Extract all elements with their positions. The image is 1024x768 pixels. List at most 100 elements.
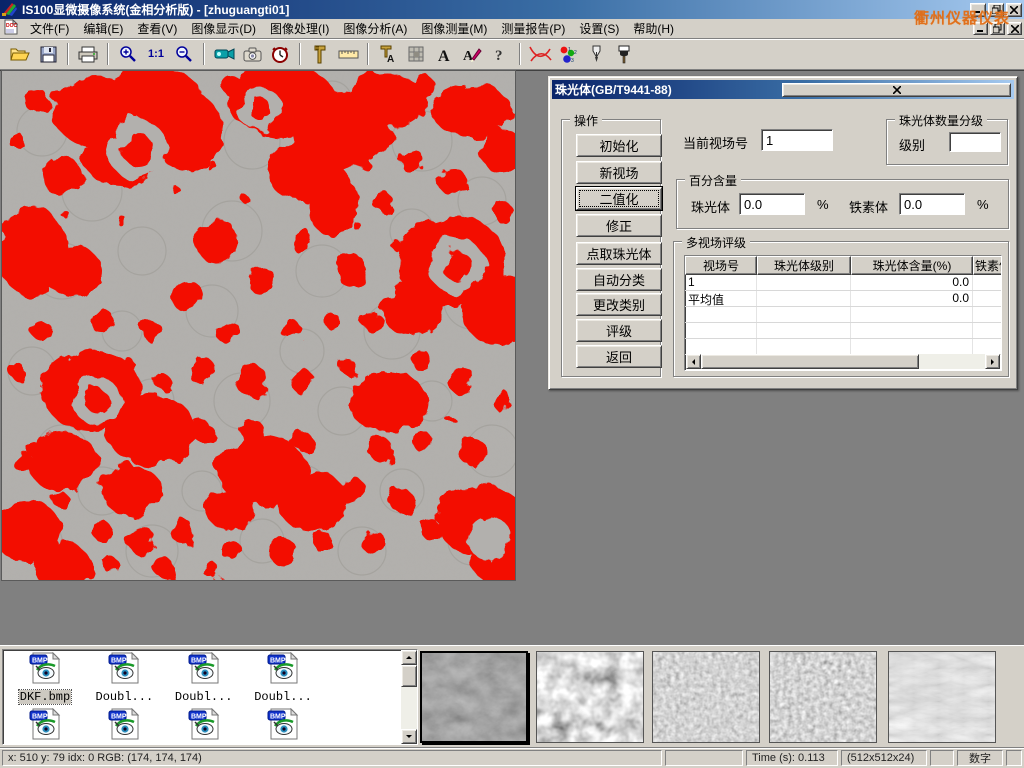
pearlite-input[interactable] (739, 193, 805, 215)
pearlite-label: 珠光体 (691, 197, 730, 216)
file-item-partial[interactable] (166, 708, 242, 745)
close-button[interactable] (1006, 3, 1022, 17)
header-ferrite[interactable]: 铁素体 (973, 256, 1002, 275)
caliper-icon[interactable] (307, 42, 333, 67)
thumbnail-2[interactable] (536, 651, 644, 743)
new-field-button[interactable]: 新视场 (576, 161, 662, 184)
menu-image-processing[interactable]: 图像处理(I) (263, 18, 336, 39)
document-icon[interactable]: DOC (4, 19, 18, 38)
measure-text-icon[interactable]: A (375, 42, 401, 67)
print-icon[interactable] (75, 42, 101, 67)
help-icon[interactable]: ? (487, 42, 513, 67)
dialog-close-button[interactable] (782, 83, 1011, 97)
change-class-button[interactable]: 更改类别 (576, 293, 662, 316)
scroll-up-button[interactable] (401, 650, 417, 665)
zoom-in-icon[interactable] (115, 42, 141, 67)
file-name[interactable]: DKF.bmp (19, 690, 71, 704)
file-item-partial[interactable] (86, 708, 162, 745)
table-header-row: 视场号 珠光体级别 珠光体含量(%) 铁素体 (685, 256, 1001, 275)
actual-size-icon[interactable]: 1:1 (143, 42, 169, 67)
status-empty-3 (1006, 750, 1022, 766)
menu-edit[interactable]: 编辑(E) (76, 18, 130, 39)
file-item[interactable]: HuiTi... (7, 708, 83, 745)
percent-group-label: 百分含量 (685, 172, 741, 189)
menu-help[interactable]: 帮助(H) (626, 18, 681, 39)
grid-tool-icon[interactable] (403, 42, 429, 67)
ferrite-input[interactable] (899, 193, 965, 215)
capture-camera-icon[interactable] (239, 42, 265, 67)
header-pearlite-grade[interactable]: 珠光体级别 (757, 256, 851, 275)
cell-ferrite (973, 275, 1002, 290)
brush-tool-icon[interactable] (611, 42, 637, 67)
file-name[interactable]: Doubl... (253, 690, 313, 704)
cell-grade (757, 291, 851, 306)
table-row[interactable]: 平均值 0.0 (685, 291, 1001, 307)
return-button[interactable]: 返回 (576, 345, 662, 368)
thumbnail-5[interactable] (888, 651, 996, 743)
file-name[interactable]: Doubl... (95, 690, 155, 704)
window-title: IS100显微摄像系统(金相分析版) - [zhuguangti01] (22, 1, 968, 18)
scroll-left-button[interactable] (686, 354, 701, 369)
metallographic-image[interactable] (2, 71, 515, 580)
scroll-down-button[interactable] (401, 729, 417, 744)
child-restore-button[interactable] (990, 22, 1005, 35)
curve-tool-icon[interactable] (527, 42, 553, 67)
menu-image-analysis[interactable]: 图像分析(A) (336, 18, 414, 39)
correct-button[interactable]: 修正 (576, 214, 662, 237)
binarize-button[interactable]: 二值化 (576, 187, 662, 210)
thumbnail-4[interactable] (769, 651, 877, 743)
grade-input[interactable] (949, 132, 1001, 152)
bottom-panel: BMP DKF.bmp Doubl... Doubl... (0, 645, 1024, 747)
table-horizontal-scrollbar[interactable] (686, 354, 1000, 369)
menu-image-measure[interactable]: 图像测量(M) (414, 18, 494, 39)
file-browser-scrollbar[interactable] (401, 650, 417, 744)
save-icon[interactable] (35, 42, 61, 67)
header-field-no[interactable]: 视场号 (685, 256, 757, 275)
file-name[interactable]: Doubl... (174, 690, 234, 704)
bmp-file-icon (188, 708, 220, 742)
video-camera-icon[interactable] (211, 42, 237, 67)
menu-file[interactable]: 文件(F) (23, 18, 76, 39)
child-minimize-button[interactable] (973, 22, 988, 35)
menu-settings[interactable]: 设置(S) (572, 18, 626, 39)
current-view-input[interactable] (761, 129, 833, 151)
status-empty-2 (930, 750, 954, 766)
scrollbar-thumb[interactable] (701, 354, 919, 369)
zoom-out-icon[interactable] (171, 42, 197, 67)
annotate-icon[interactable]: A (459, 42, 485, 67)
file-item-partial[interactable] (245, 708, 321, 745)
init-button[interactable]: 初始化 (576, 134, 662, 157)
svg-text:?: ? (495, 48, 503, 63)
timer-clock-icon[interactable] (267, 42, 293, 67)
ruler-icon[interactable] (335, 42, 361, 67)
file-item[interactable]: Doubl... (166, 652, 242, 704)
auto-classify-button[interactable]: 自动分类 (576, 268, 662, 291)
menu-view[interactable]: 查看(V) (130, 18, 184, 39)
grade-button[interactable]: 评级 (576, 319, 662, 342)
file-item[interactable]: Doubl... (245, 652, 321, 704)
thumbnail-3[interactable] (652, 651, 760, 743)
table-row[interactable]: 1 0.0 (685, 275, 1001, 291)
menu-image-display[interactable]: 图像显示(D) (184, 18, 263, 39)
minimize-button[interactable] (970, 3, 986, 17)
rating-table[interactable]: 视场号 珠光体级别 珠光体含量(%) 铁素体 1 0.0 平均值 0.0 (684, 255, 1002, 371)
text-icon[interactable]: A (431, 42, 457, 67)
restore-button[interactable] (988, 3, 1004, 17)
open-icon[interactable] (7, 42, 33, 67)
child-close-button[interactable] (1007, 22, 1022, 35)
pen-tool-icon[interactable] (583, 42, 609, 67)
header-pearlite-content[interactable]: 珠光体含量(%) (851, 256, 973, 275)
file-item[interactable]: DKF.bmp (7, 652, 83, 704)
scrollbar-thumb[interactable] (401, 665, 417, 687)
menu-measure-report[interactable]: 测量报告(P) (494, 18, 572, 39)
scroll-right-button[interactable] (985, 354, 1000, 369)
file-item[interactable]: Doubl... (86, 652, 162, 704)
cell-field-no: 平均值 (685, 291, 757, 306)
dialog-title-bar[interactable]: 珠光体(GB/T9441-88) (552, 80, 1014, 99)
classify-icon[interactable]: 123 (555, 42, 581, 67)
table-empty-row (685, 323, 1001, 339)
file-browser[interactable]: DKF.bmp Doubl... Doubl... Doubl... HuiTi… (2, 649, 418, 745)
pick-pearlite-button[interactable]: 点取珠光体 (576, 242, 662, 265)
thumbnail-1[interactable] (420, 651, 528, 743)
ferrite-percent-sign: % (977, 197, 989, 212)
